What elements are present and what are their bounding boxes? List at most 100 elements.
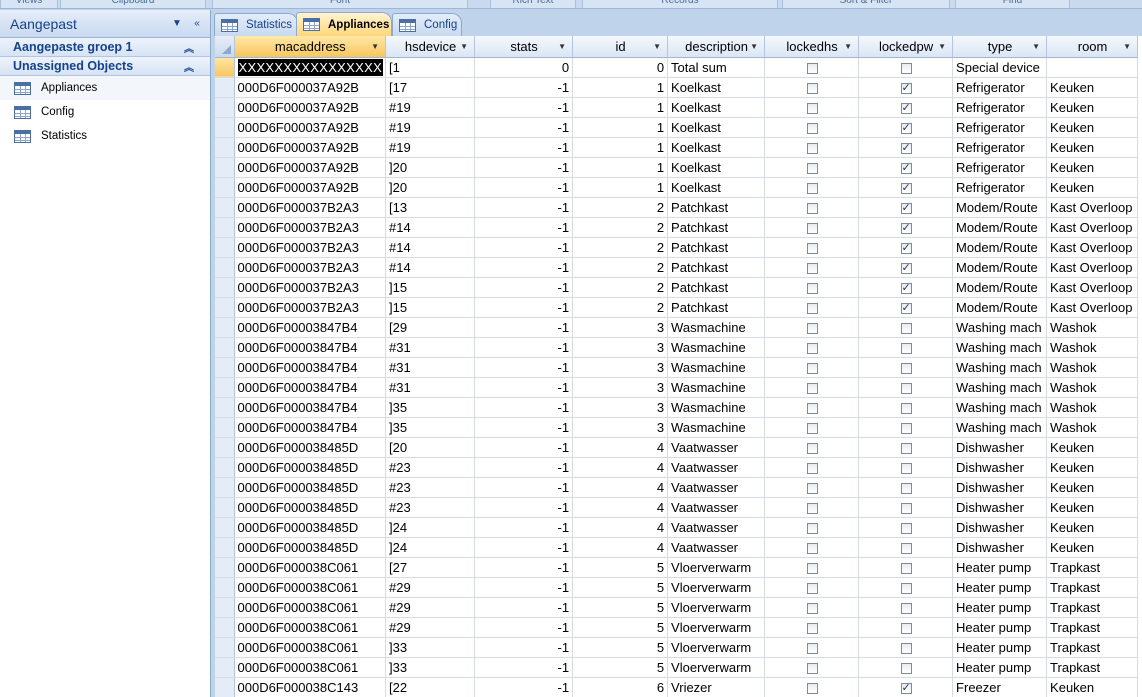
cell-hsdevice[interactable]: #29 (385, 617, 476, 638)
filter-dropdown-icon[interactable]: ▼ (938, 42, 946, 51)
cell-lockedpw[interactable] (858, 597, 954, 618)
unchecked-checkbox[interactable] (900, 582, 912, 594)
cell-stats[interactable]: -1 (474, 677, 574, 697)
record-selector[interactable] (215, 577, 235, 598)
cell-room[interactable]: Kast Overloop (1046, 237, 1139, 258)
unchecked-checkbox[interactable] (806, 582, 818, 594)
cell-id[interactable]: 5 (572, 657, 669, 678)
cell-room[interactable]: Kast Overloop (1046, 197, 1139, 218)
cell-description[interactable]: Koelkast (667, 157, 766, 178)
cell-hsdevice[interactable]: ]24 (385, 537, 476, 558)
cell-description[interactable]: Koelkast (667, 137, 766, 158)
filter-dropdown-icon[interactable]: ▼ (653, 42, 661, 51)
cell-macaddress[interactable]: 000D6F000038C143 (234, 677, 387, 697)
unchecked-checkbox[interactable] (806, 642, 818, 654)
cell-room[interactable]: Washok (1046, 417, 1139, 438)
cell-lockedhs[interactable] (764, 237, 860, 258)
unchecked-checkbox[interactable] (806, 82, 818, 94)
cell-lockedpw[interactable] (858, 537, 954, 558)
cell-type[interactable]: Modem/Route (952, 197, 1048, 218)
unchecked-checkbox[interactable] (806, 482, 818, 494)
cell-type[interactable]: Modem/Route (952, 217, 1048, 238)
cell-stats[interactable]: -1 (474, 497, 574, 518)
cell-id[interactable]: 1 (572, 117, 669, 138)
unchecked-checkbox[interactable] (806, 462, 818, 474)
cell-lockedpw[interactable] (858, 357, 954, 378)
record-selector[interactable] (215, 197, 235, 218)
cell-description[interactable]: Patchkast (667, 257, 766, 278)
cell-type[interactable]: Heater pump (952, 577, 1048, 598)
record-selector[interactable] (215, 377, 235, 398)
unchecked-checkbox[interactable] (900, 602, 912, 614)
nav-pane-header[interactable]: Aangepast ▼ « (0, 10, 210, 38)
unchecked-checkbox[interactable] (806, 402, 818, 414)
unchecked-checkbox[interactable] (806, 122, 818, 134)
cell-macaddress[interactable]: 000D6F000038485D (234, 437, 387, 458)
cell-lockedhs[interactable] (764, 217, 860, 238)
record-selector[interactable] (215, 257, 235, 278)
cell-room[interactable]: Kast Overloop (1046, 257, 1139, 278)
checked-checkbox[interactable] (900, 141, 912, 154)
cell-hsdevice[interactable]: #23 (385, 477, 476, 498)
cell-id[interactable]: 0 (572, 57, 669, 78)
cell-lockedpw[interactable] (858, 157, 954, 178)
cell-stats[interactable]: -1 (474, 237, 574, 258)
checked-checkbox[interactable] (900, 121, 912, 134)
cell-id[interactable]: 3 (572, 357, 669, 378)
cell-lockedhs[interactable] (764, 477, 860, 498)
tab-statistics[interactable]: Statistics (214, 13, 298, 36)
cell-room[interactable]: Kast Overloop (1046, 297, 1139, 318)
unchecked-checkbox[interactable] (806, 282, 818, 294)
cell-type[interactable]: Washing mach (952, 397, 1048, 418)
record-selector[interactable] (215, 677, 235, 697)
cell-room[interactable]: Keuken (1046, 97, 1139, 118)
cell-room[interactable]: Keuken (1046, 137, 1139, 158)
cell-lockedpw[interactable] (858, 277, 954, 298)
cell-lockedpw[interactable] (858, 177, 954, 198)
record-selector[interactable] (215, 117, 235, 138)
cell-hsdevice[interactable]: ]24 (385, 517, 476, 538)
cell-lockedhs[interactable] (764, 117, 860, 138)
cell-macaddress[interactable]: 000D6F000037A92B (234, 97, 387, 118)
checked-checkbox[interactable] (900, 181, 912, 194)
cell-hsdevice[interactable]: ]33 (385, 637, 476, 658)
cell-description[interactable]: Wasmachine (667, 397, 766, 418)
cell-stats[interactable]: -1 (474, 337, 574, 358)
cell-description[interactable]: Vloerverwarm (667, 577, 766, 598)
cell-hsdevice[interactable]: [20 (385, 437, 476, 458)
cell-room[interactable]: Trapkast (1046, 597, 1139, 618)
cell-type[interactable]: Dishwasher (952, 517, 1048, 538)
unchecked-checkbox[interactable] (900, 622, 912, 634)
cell-id[interactable]: 4 (572, 457, 669, 478)
cell-description[interactable]: Vaatwasser (667, 457, 766, 478)
cell-description[interactable]: Patchkast (667, 197, 766, 218)
cell-id[interactable]: 3 (572, 417, 669, 438)
cell-hsdevice[interactable]: #23 (385, 457, 476, 478)
cell-lockedhs[interactable] (764, 437, 860, 458)
cell-room[interactable]: Washok (1046, 377, 1139, 398)
cell-macaddress[interactable]: 000D6F000037A92B (234, 117, 387, 138)
unchecked-checkbox[interactable] (806, 342, 818, 354)
cell-id[interactable]: 3 (572, 377, 669, 398)
cell-stats[interactable]: -1 (474, 377, 574, 398)
cell-stats[interactable]: -1 (474, 77, 574, 98)
cell-stats[interactable]: -1 (474, 177, 574, 198)
cell-lockedpw[interactable] (858, 657, 954, 678)
unchecked-checkbox[interactable] (900, 482, 912, 494)
ribbon-group-sort-filter[interactable]: Sort & Filter (782, 0, 950, 8)
cell-lockedhs[interactable] (764, 457, 860, 478)
checked-checkbox[interactable] (900, 261, 912, 274)
filter-dropdown-icon[interactable]: ▼ (750, 42, 758, 51)
cell-lockedpw[interactable] (858, 197, 954, 218)
unchecked-checkbox[interactable] (900, 342, 912, 354)
cell-hsdevice[interactable]: ]33 (385, 657, 476, 678)
cell-stats[interactable]: -1 (474, 297, 574, 318)
cell-lockedhs[interactable] (764, 277, 860, 298)
cell-lockedpw[interactable] (858, 237, 954, 258)
cell-lockedhs[interactable] (764, 297, 860, 318)
record-selector[interactable] (215, 397, 235, 418)
cell-room[interactable]: Keuken (1046, 497, 1139, 518)
cell-hsdevice[interactable]: ]15 (385, 297, 476, 318)
cell-macaddress[interactable]: 000D6F000037A92B (234, 177, 387, 198)
cell-room[interactable]: Trapkast (1046, 617, 1139, 638)
